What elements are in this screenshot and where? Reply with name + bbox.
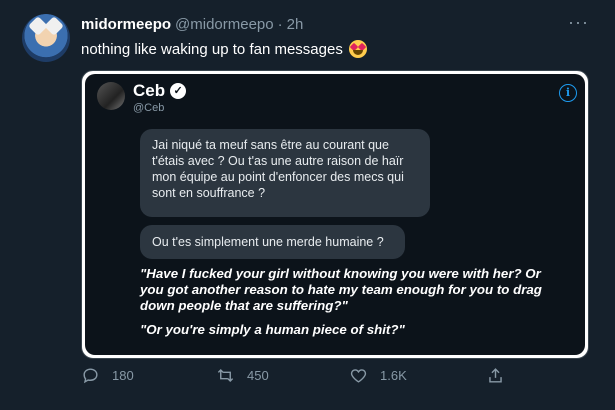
quoted-handle: @Ceb (133, 102, 165, 114)
avatar-ear (44, 16, 64, 36)
user-handle[interactable]: @midormeepo (175, 16, 274, 33)
tweet-text: nothing like waking up to fan messages (81, 40, 367, 58)
message-bubble: Jai niqué ta meuf sans être au courant q… (140, 129, 430, 217)
reply-count: 180 (112, 368, 134, 383)
retweet-button[interactable]: 450 (216, 366, 269, 385)
reply-icon (83, 368, 98, 384)
info-icon: i (559, 84, 577, 102)
quoted-name: Ceb ✓ (133, 81, 187, 101)
heart-eyes-emoji-icon (348, 40, 367, 58)
more-options-icon[interactable]: ··· (568, 12, 589, 33)
translation-text: "Have I fucked your girl without knowing… (140, 266, 542, 313)
message-bubble: Ou t'es simplement une merde humaine ? (140, 225, 405, 259)
quoted-avatar (97, 82, 125, 110)
quoted-display-name: Ceb (133, 81, 166, 100)
verified-badge-icon: ✓ (170, 83, 187, 99)
tweet-media-image[interactable]: Ceb ✓ @Ceb i Jai niqué ta meuf sans être… (81, 70, 589, 359)
tweet[interactable]: midormeepo @midormeepo · 2h ··· nothing … (0, 0, 615, 410)
screenshot-content: Ceb ✓ @Ceb i Jai niqué ta meuf sans être… (85, 74, 585, 355)
smile-mouth (352, 50, 363, 55)
like-button[interactable]: 1.6K (349, 366, 407, 385)
retweet-icon (217, 368, 234, 383)
avatar[interactable] (22, 14, 70, 62)
like-count: 1.6K (380, 368, 407, 383)
reply-button[interactable]: 180 (81, 366, 134, 385)
share-button[interactable] (486, 366, 517, 385)
heart-icon (350, 369, 367, 383)
tweet-text-content: nothing like waking up to fan messages (81, 40, 343, 58)
timestamp[interactable]: 2h (287, 16, 304, 33)
translation-text: "Or you're simply a human piece of shit?… (140, 322, 405, 337)
tweet-header: midormeepo @midormeepo · 2h (81, 14, 303, 34)
separator: · (277, 15, 283, 33)
action-bar: 180 450 1.6K (81, 366, 581, 392)
retweet-count: 450 (247, 368, 269, 383)
share-icon (489, 368, 502, 383)
display-name[interactable]: midormeepo (81, 16, 171, 33)
